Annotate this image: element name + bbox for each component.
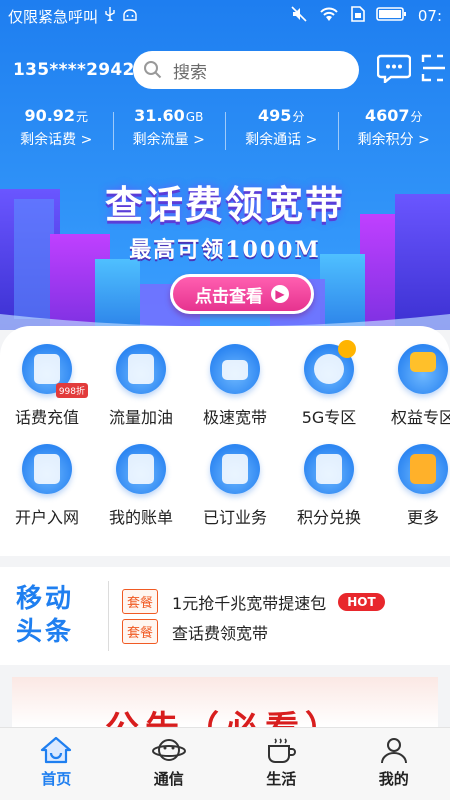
status-text: 仅限紧急呼叫 [8, 7, 99, 26]
service-points[interactable]: 积分兑换 [282, 444, 376, 544]
sim-card-icon [22, 444, 72, 494]
router-icon [210, 344, 260, 394]
banner-title: 查话费领宽带 [104, 182, 345, 227]
bottom-tab-bar: 首页 通信 生活 我的 [0, 727, 450, 800]
service-panel: 998折 话费充值 流量加油 极速宽带 5G专区 权益专区 开户入网 我的账单 … [0, 326, 450, 556]
home-icon [41, 736, 72, 764]
package-tag: 套餐 [122, 589, 159, 614]
android-icon [122, 7, 138, 25]
package-tag: 套餐 [122, 619, 159, 644]
phone-number[interactable]: 135****2942 [13, 60, 134, 80]
notice-title: 公告（必看） [12, 701, 438, 727]
search-placeholder: 搜索 [173, 62, 207, 83]
wallet-icon: 998折 [22, 344, 88, 398]
stat-calls[interactable]: 495分 剩余通话 > [225, 106, 338, 156]
headline-item[interactable]: 套餐 1元抢千兆宽带提速包 HOT [122, 589, 385, 614]
more-icon [398, 444, 448, 494]
headlines-logo: 移动 头条 [16, 584, 75, 647]
gift-icon [304, 444, 354, 494]
headline-item[interactable]: 套餐 查话费领宽带 [122, 619, 268, 644]
stat-points[interactable]: 4607分 剩余积分 > [337, 106, 450, 156]
subscription-icon [210, 444, 260, 494]
tab-life[interactable]: 生活 [225, 728, 338, 800]
service-subscribed[interactable]: 已订业务 [188, 444, 282, 544]
search-icon [144, 61, 162, 79]
status-bar: 仅限紧急呼叫 07: [0, 0, 450, 32]
wifi-icon [318, 5, 340, 27]
header-area: 仅限紧急呼叫 07: 135****2942 搜索 90.92元 剩余话费 > … [0, 0, 450, 330]
sim-icon [350, 5, 366, 27]
scan-icon[interactable] [421, 53, 445, 87]
service-my-bill[interactable]: 我的账单 [94, 444, 188, 544]
tab-communication[interactable]: 通信 [113, 728, 226, 800]
user-icon [380, 738, 407, 764]
service-grid: 998折 话费充值 流量加油 极速宽带 5G专区 权益专区 开户入网 我的账单 … [0, 340, 450, 544]
stat-data[interactable]: 31.60GB 剩余流量 > [112, 106, 226, 156]
tab-mine[interactable]: 我的 [338, 728, 450, 800]
tab-home[interactable]: 首页 [0, 728, 113, 800]
clock: 07: [417, 7, 442, 25]
hot-badge: HOT [338, 592, 385, 611]
top-header: 135****2942 搜索 [0, 48, 450, 92]
search-input[interactable]: 搜索 [133, 51, 359, 89]
usb-icon [104, 7, 116, 25]
banner-subtitle: 最高可领1000M [129, 237, 321, 263]
service-broadband[interactable]: 极速宽带 [188, 344, 282, 444]
service-data-boost[interactable]: 流量加油 [94, 344, 188, 444]
service-open-account[interactable]: 开户入网 [0, 444, 94, 544]
planet-icon [151, 739, 186, 761]
headline-text: 1元抢千兆宽带提速包 [172, 593, 327, 613]
5g-icon [304, 340, 356, 394]
service-5g[interactable]: 5G专区 [282, 340, 376, 444]
service-recharge[interactable]: 998折 话费充值 [0, 344, 94, 444]
bill-icon [116, 444, 166, 494]
stat-balance[interactable]: 90.92元 剩余话费 > [0, 106, 113, 156]
balance-stats: 90.92元 剩余话费 > 31.60GB 剩余流量 > 495分 剩余通话 >… [0, 106, 450, 156]
divider [108, 581, 109, 651]
notice-card[interactable]: 公告（必看） [12, 677, 438, 727]
discount-badge: 998折 [55, 383, 88, 398]
banner-button[interactable]: 点击查看 ▶ [170, 274, 314, 314]
phone-data-icon [116, 344, 166, 394]
promo-banner[interactable]: 查话费领宽带 最高可领1000M 点击查看 ▶ [0, 164, 450, 330]
coffee-cup-icon [268, 738, 297, 763]
mobile-headlines: 移动 头条 套餐 1元抢千兆宽带提速包 HOT 套餐 查话费领宽带 [0, 567, 450, 665]
service-benefits[interactable]: 权益专区 [376, 344, 450, 444]
service-more[interactable]: 更多 [376, 444, 450, 544]
headline-text: 查话费领宽带 [172, 623, 269, 643]
mute-icon [290, 5, 308, 27]
battery-icon [376, 6, 408, 26]
message-icon[interactable] [376, 53, 412, 87]
arrow-right-icon: ▶ [271, 285, 289, 303]
diamond-icon [398, 344, 448, 394]
